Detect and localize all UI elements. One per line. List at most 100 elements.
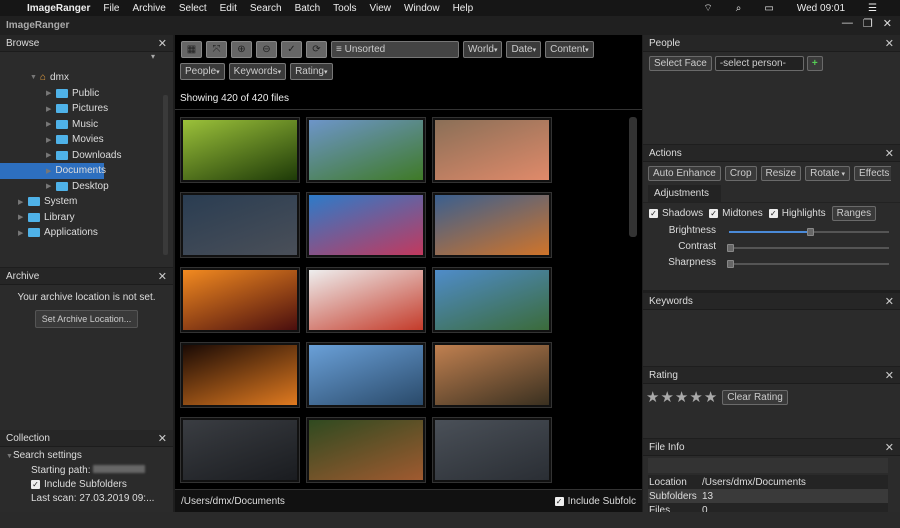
- expand-icon[interactable]: ▶: [46, 182, 56, 190]
- clock[interactable]: Wed 09:01: [797, 3, 845, 14]
- search-settings[interactable]: ▼Search settings: [6, 449, 167, 464]
- thumbnail[interactable]: [432, 267, 552, 333]
- menu-view[interactable]: View: [370, 3, 392, 14]
- expand-icon[interactable]: ▶: [46, 151, 56, 159]
- expand-icon[interactable]: ▶: [46, 136, 56, 144]
- close-icon[interactable]: ✕: [885, 295, 894, 308]
- thumbnail[interactable]: [432, 417, 552, 483]
- expand-icon[interactable]: ▶: [46, 105, 56, 113]
- close-icon[interactable]: ✕: [158, 270, 167, 283]
- person-select[interactable]: -select person-: [714, 56, 804, 71]
- tree-item[interactable]: ▶ System: [0, 194, 173, 210]
- resize-button[interactable]: Resize: [760, 166, 802, 181]
- sort-dropdown[interactable]: ≡ Unsorted: [331, 41, 459, 58]
- filter-content[interactable]: Content▾: [545, 41, 594, 58]
- expand-icon[interactable]: ▶: [18, 229, 28, 237]
- contrast-slider[interactable]: [729, 247, 889, 249]
- thumbnail[interactable]: [306, 117, 426, 183]
- thumbnail[interactable]: [432, 342, 552, 408]
- tab-adjustments[interactable]: Adjustments: [648, 185, 721, 202]
- tree-item[interactable]: ▼ ⌂ dmx: [0, 70, 173, 86]
- wifi-icon[interactable]: ⌔: [703, 2, 712, 15]
- slider-handle[interactable]: [807, 228, 814, 236]
- tree-item[interactable]: ▶ Applications: [0, 225, 173, 241]
- close-icon[interactable]: ✕: [883, 17, 892, 30]
- crop-button[interactable]: Crop: [724, 166, 757, 181]
- filter-people[interactable]: People▾: [180, 63, 225, 80]
- search-icon[interactable]: ⌕: [736, 3, 742, 14]
- thumbnail[interactable]: [306, 342, 426, 408]
- tree-item[interactable]: ▶ Music: [0, 117, 173, 133]
- close-icon[interactable]: ✕: [885, 37, 894, 50]
- set-archive-location-button[interactable]: Set Archive Location...: [34, 310, 139, 328]
- fit-icon[interactable]: ⤧: [206, 41, 227, 58]
- star-icon[interactable]: ★: [704, 389, 717, 406]
- star-icon[interactable]: ★: [689, 389, 702, 406]
- slider-handle[interactable]: [727, 244, 734, 252]
- thumbnail[interactable]: [180, 267, 300, 333]
- expand-icon[interactable]: ▶: [18, 198, 28, 206]
- tree-item[interactable]: ▶ Documents: [0, 163, 106, 179]
- scrollbar[interactable]: [163, 95, 168, 255]
- close-icon[interactable]: ✕: [885, 369, 894, 382]
- close-icon[interactable]: ✕: [885, 441, 894, 454]
- tree-item[interactable]: ▶ Desktop: [0, 179, 173, 195]
- zoom-out-icon[interactable]: ⊖: [256, 41, 277, 58]
- highlights-checkbox[interactable]: ✓ Highlights: [768, 208, 826, 219]
- minimize-icon[interactable]: —: [842, 17, 853, 30]
- star-icon[interactable]: ★: [646, 389, 659, 406]
- thumbnail[interactable]: [306, 192, 426, 258]
- menu-archive[interactable]: Archive: [132, 3, 165, 14]
- auto-enhance-button[interactable]: Auto Enhance: [648, 166, 721, 181]
- midtones-checkbox[interactable]: ✓ Midtones: [709, 208, 763, 219]
- expand-icon[interactable]: ▶: [46, 167, 51, 175]
- collapse-icon[interactable]: ▼: [30, 74, 40, 81]
- scrollbar[interactable]: [629, 117, 637, 237]
- shadows-checkbox[interactable]: ✓ Shadows: [649, 208, 703, 219]
- menu-edit[interactable]: Edit: [220, 3, 237, 14]
- thumbnail[interactable]: [180, 192, 300, 258]
- menu-search[interactable]: Search: [250, 3, 282, 14]
- include-subfolders-checkbox[interactable]: ✓ Include Subfolders: [6, 478, 167, 492]
- select-face-button[interactable]: Select Face: [649, 56, 712, 71]
- check-icon[interactable]: ✓: [281, 41, 302, 58]
- zoom-in-icon[interactable]: ⊕: [231, 41, 252, 58]
- expand-icon[interactable]: ▶: [46, 120, 56, 128]
- tree-item[interactable]: ▶ Downloads: [0, 148, 173, 164]
- menu-select[interactable]: Select: [179, 3, 207, 14]
- filter-world[interactable]: World▾: [463, 41, 503, 58]
- filter-keywords[interactable]: Keywords▾: [228, 63, 287, 80]
- clear-rating-button[interactable]: Clear Rating: [722, 389, 788, 405]
- menu-file[interactable]: File: [103, 3, 119, 14]
- star-icon[interactable]: ★: [675, 389, 688, 406]
- include-subfolders-toggle[interactable]: ✓ Include Subfolc: [554, 496, 636, 507]
- restore-icon[interactable]: ❐: [863, 17, 873, 30]
- expand-icon[interactable]: ▶: [46, 89, 56, 97]
- close-icon[interactable]: ✕: [158, 37, 167, 50]
- thumbnail[interactable]: [180, 342, 300, 408]
- list-icon[interactable]: ☰: [868, 3, 877, 14]
- close-icon[interactable]: ✕: [885, 147, 894, 160]
- display-icon[interactable]: ▭: [764, 3, 773, 14]
- browse-dropdown[interactable]: ▾: [0, 52, 173, 68]
- menu-window[interactable]: Window: [404, 3, 440, 14]
- rotate-button[interactable]: Rotate ▾: [805, 166, 851, 181]
- star-icon[interactable]: ★: [660, 389, 673, 406]
- thumbnail[interactable]: [306, 417, 426, 483]
- add-person-button[interactable]: +: [806, 56, 823, 71]
- tree-item[interactable]: ▶ Movies: [0, 132, 173, 148]
- slider-handle[interactable]: [727, 260, 734, 268]
- tree-item[interactable]: ▶ Pictures: [0, 101, 173, 117]
- tree-item[interactable]: ▶ Public: [0, 86, 173, 102]
- thumbnail[interactable]: [432, 117, 552, 183]
- menu-tools[interactable]: Tools: [333, 3, 356, 14]
- ranges-button[interactable]: Ranges: [831, 206, 877, 221]
- tree-item[interactable]: ▶ Library: [0, 210, 173, 226]
- effects-button[interactable]: Effects ▾: [854, 166, 891, 181]
- thumbnail[interactable]: [180, 417, 300, 483]
- grid-icon[interactable]: ▦: [181, 41, 202, 58]
- menu-app[interactable]: ImageRanger: [27, 3, 90, 14]
- close-icon[interactable]: ✕: [158, 432, 167, 445]
- menu-batch[interactable]: Batch: [295, 3, 321, 14]
- thumbnail[interactable]: [306, 267, 426, 333]
